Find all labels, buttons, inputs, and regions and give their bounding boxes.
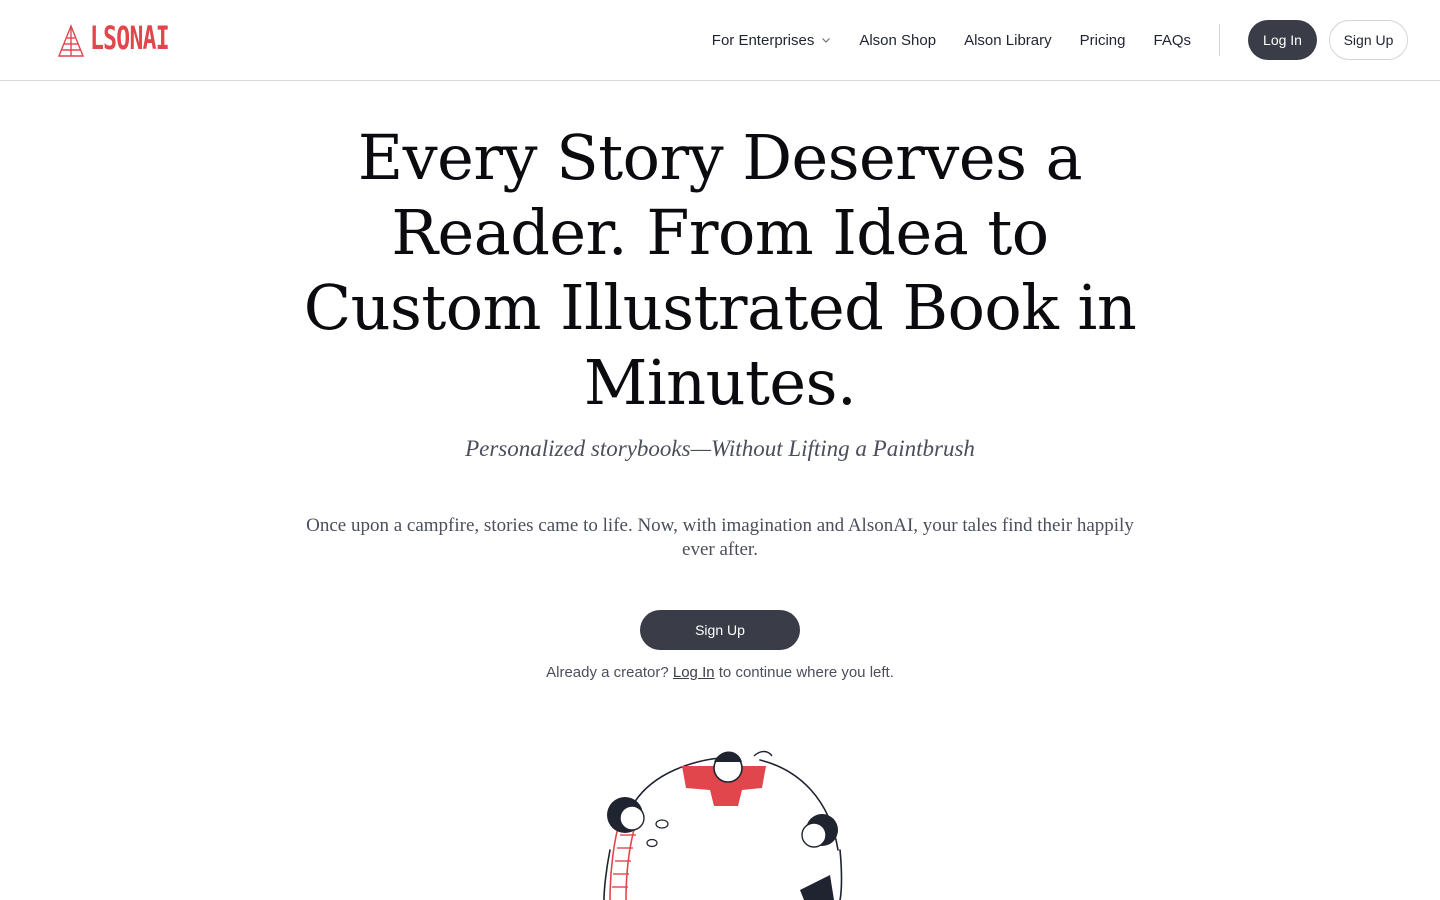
nav-divider	[1219, 24, 1220, 56]
chevron-down-icon	[822, 37, 831, 43]
people-circle-illustration	[603, 750, 843, 900]
nav-item-label: FAQs	[1153, 31, 1191, 49]
nav-item-label: Alson Shop	[859, 31, 937, 49]
nav-item-label: For Enterprises	[711, 31, 815, 49]
nav-item-alson-shop[interactable]: Alson Shop	[859, 32, 936, 49]
nav-item-pricing[interactable]: Pricing	[1080, 32, 1126, 49]
hero-signup-button[interactable]: Sign Up	[640, 610, 800, 650]
hero-description: Once upon a campfire, stories came to li…	[306, 515, 1134, 560]
nav-item-for-enterprises[interactable]: For Enterprises	[712, 32, 832, 49]
main-nav: For Enterprises Alson Shop Alson Library…	[712, 29, 1191, 51]
login-prompt: Already a creator? Log In to continue wh…	[420, 664, 1020, 681]
login-prompt-prefix: Already a creator?	[546, 664, 669, 681]
signup-button[interactable]: Sign Up	[1329, 20, 1408, 60]
nav-item-alson-library[interactable]: Alson Library	[964, 32, 1052, 49]
nav-item-faqs[interactable]: FAQs	[1153, 32, 1191, 49]
hero-title: Every Story Deserves a Reader. From Idea…	[303, 121, 1137, 419]
nav-item-label: Pricing	[1079, 31, 1126, 49]
login-prompt-suffix: to continue where you left.	[718, 664, 894, 681]
brand-wordmark: LSONAI	[90, 19, 170, 57]
hero-subtitle: Personalized storybooks—Without Lifting …	[465, 436, 975, 461]
login-link[interactable]: Log In	[673, 664, 715, 681]
nav-item-label: Alson Library	[964, 31, 1052, 49]
login-button[interactable]: Log In	[1248, 20, 1317, 60]
site-header: LSONAI For Enterprises Alson Shop Alson …	[0, 0, 1440, 81]
